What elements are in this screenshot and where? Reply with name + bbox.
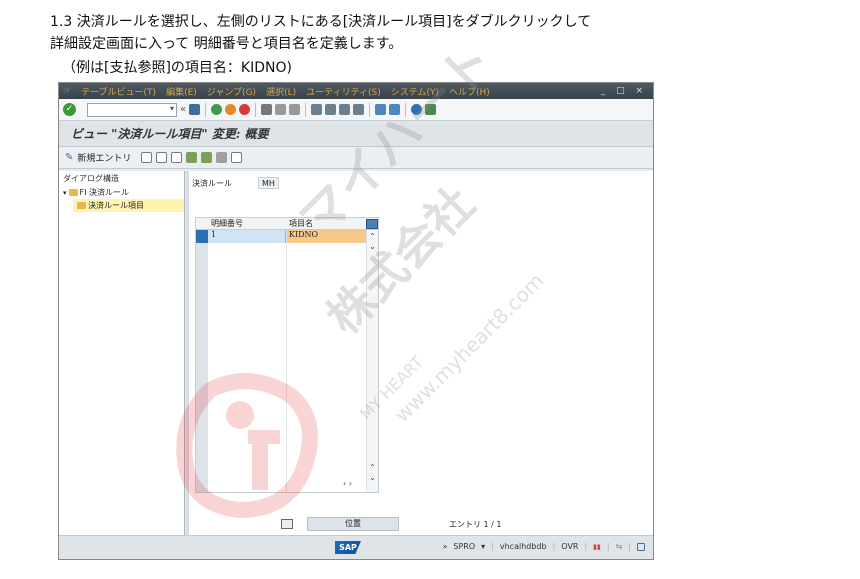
bc-set-icon[interactable] xyxy=(231,152,243,163)
position-button[interactable]: 位置 xyxy=(307,517,399,531)
find-icon[interactable] xyxy=(275,104,287,115)
instruction-line-1: 1.3 決済ルールを選択し、左側のリストにある[決済ルール項目]をダブルクリック… xyxy=(50,14,592,30)
dialog-structure-panel: ダイアログ構造 ▾ FI 決済ルール 決済ルール項目 xyxy=(59,171,185,537)
cancel-icon[interactable] xyxy=(239,104,251,115)
instruction-line-3: （例は[支払参照]の項目名：KIDNO) xyxy=(62,60,292,76)
status-divider: | xyxy=(628,542,631,551)
instruction-line-2: 詳細設定画面に入って 明細番号と項目名を定義します。 xyxy=(50,36,403,52)
back-icon[interactable] xyxy=(211,104,223,115)
deselect-all-icon[interactable] xyxy=(216,152,228,163)
enter-check-icon[interactable]: ✓ xyxy=(63,103,76,116)
sap-logo: SAP xyxy=(335,541,361,554)
select-all-cell[interactable] xyxy=(196,218,208,229)
status-divider: | xyxy=(491,542,494,551)
status-transaction[interactable]: SPRO xyxy=(453,542,475,551)
folder-icon xyxy=(68,189,78,196)
row-selector[interactable] xyxy=(196,230,208,243)
display-change-icon[interactable]: ✎ xyxy=(65,152,73,163)
print-icon[interactable] xyxy=(261,104,273,115)
menu-item-edit[interactable]: 編集(E) xyxy=(166,85,197,98)
toolbar-separator xyxy=(305,102,307,117)
select-all-icon[interactable] xyxy=(186,152,198,163)
menu-item-table-view[interactable]: テーブルビュー(T) xyxy=(81,85,156,98)
select-block-icon[interactable] xyxy=(201,152,213,163)
new-entries-button[interactable]: 新規エントリ xyxy=(77,151,131,164)
column-settings-icon[interactable] xyxy=(366,219,378,229)
save-icon[interactable] xyxy=(189,104,201,115)
open-folder-icon xyxy=(77,202,86,209)
tree-title: ダイアログ構造 xyxy=(63,174,119,183)
tree-node-settlement-rule-items[interactable]: 決済ルール項目 xyxy=(73,199,184,212)
signal-icon: ▮▮ xyxy=(593,542,601,551)
menu-item-jump[interactable]: ジャンプ(G) xyxy=(207,85,256,98)
status-server: vhcalhdbdb xyxy=(499,542,547,551)
expand-chevron-icon[interactable]: ▾ xyxy=(63,189,67,197)
row-selector-column xyxy=(196,243,208,492)
screen-title-text: ビュー "決済ルール項目" 変更: 概要 xyxy=(71,127,269,141)
standard-toolbar: ✓ ▾ « xyxy=(59,99,653,121)
chevron-down-icon[interactable]: ▾ xyxy=(170,104,174,113)
entry-counter: エントリ 1 / 1 xyxy=(449,519,502,529)
status-divider: | xyxy=(606,542,610,551)
position-icon xyxy=(281,519,293,529)
next-page-icon[interactable] xyxy=(339,104,351,115)
command-field[interactable]: ▾ xyxy=(87,102,177,117)
delete-icon[interactable] xyxy=(156,152,168,163)
column-divider xyxy=(286,230,287,492)
settlement-rule-label: 決済ルール xyxy=(192,178,232,188)
toolbar-separator xyxy=(205,102,207,117)
settlement-rule-value: MH xyxy=(258,177,279,189)
status-bar: SAP » SPRO ▾ | vhcalhdbdb | OVR | ▮▮ | ⇆… xyxy=(59,535,653,559)
tree-node-fi-settlement-rule[interactable]: ▾ FI 決済ルール xyxy=(59,186,184,199)
status-divider: | xyxy=(584,542,588,551)
horizontal-scroll-arrows[interactable]: ‹ › xyxy=(343,479,352,488)
undo-icon[interactable] xyxy=(171,152,183,163)
scroll-up-icon[interactable]: ⌃ xyxy=(367,463,378,472)
toolbar-separator xyxy=(255,102,257,117)
table-row[interactable]: 1 KIDNO xyxy=(196,230,378,243)
previous-page-icon[interactable] xyxy=(325,104,337,115)
collapse-chevron-icon[interactable]: « xyxy=(180,104,186,115)
first-page-icon[interactable] xyxy=(311,104,323,115)
find-next-icon[interactable] xyxy=(289,104,301,115)
position-bar: 位置 エントリ 1 / 1 xyxy=(281,517,502,531)
status-divider: | xyxy=(552,542,556,551)
column-header-item-no[interactable]: 明細番号 xyxy=(208,218,286,229)
chevron-down-icon[interactable]: ▾ xyxy=(481,542,485,551)
status-mode[interactable]: OVR xyxy=(561,542,578,551)
tree-node-label: 決済ルール項目 xyxy=(88,201,144,210)
cell-item-no[interactable]: 1 xyxy=(208,230,286,243)
scroll-down-icon[interactable]: ⌄ xyxy=(367,473,378,482)
status-toggle-icon[interactable]: ⇆ xyxy=(616,542,623,551)
status-expand-icon[interactable]: » xyxy=(442,542,447,551)
window-controls[interactable]: _ □ × xyxy=(601,86,653,96)
lock-icon[interactable] xyxy=(637,542,645,551)
copy-as-icon[interactable] xyxy=(141,152,153,163)
menu-item-utilities[interactable]: ユーティリティ(S) xyxy=(306,85,381,98)
menu-item-select[interactable]: 選択(L) xyxy=(266,85,296,98)
tree-node-label: FI 決済ルール xyxy=(79,188,130,197)
sap-menu-icon[interactable]: ☞ xyxy=(63,86,71,96)
menu-bar: ☞ テーブルビュー(T) 編集(E) ジャンプ(G) 選択(L) ユーティリティ… xyxy=(59,83,653,99)
exit-icon[interactable] xyxy=(225,104,237,115)
status-info: » SPRO ▾ | vhcalhdbdb | OVR | ▮▮ | ⇆ | xyxy=(442,542,645,551)
settlement-rule-row: 決済ルール MH xyxy=(192,177,279,189)
last-page-icon[interactable] xyxy=(353,104,365,115)
